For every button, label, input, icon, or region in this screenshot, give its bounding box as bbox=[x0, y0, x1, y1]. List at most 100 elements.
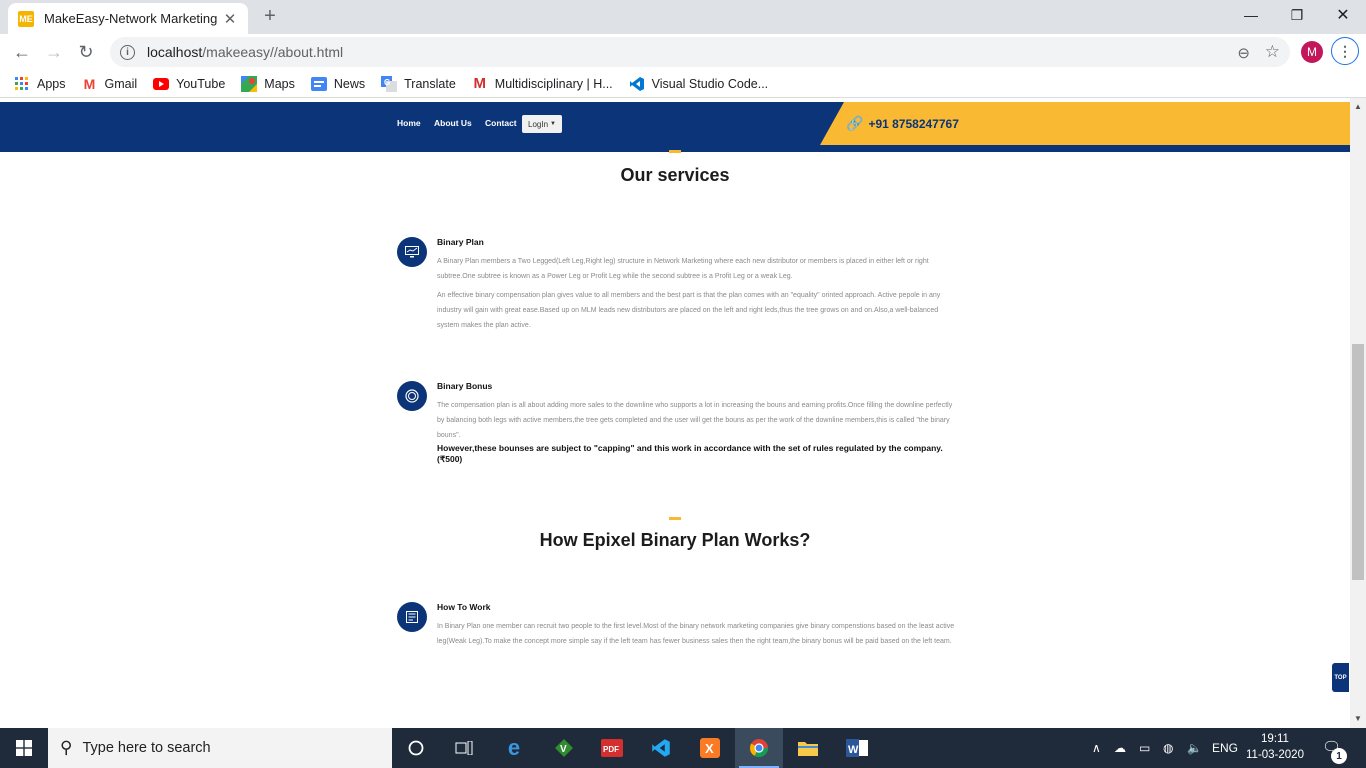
services-title: Our services bbox=[620, 165, 730, 185]
bookmark-label: News bbox=[333, 76, 366, 91]
start-button[interactable] bbox=[0, 728, 48, 768]
clock-date: 11-03-2020 bbox=[1246, 749, 1304, 761]
login-dropdown-button[interactable]: LogIn ▼ bbox=[522, 115, 562, 133]
new-tab-button[interactable]: + bbox=[258, 5, 282, 29]
section-accent-bar bbox=[669, 517, 681, 520]
forward-button[interactable]: → bbox=[40, 38, 68, 66]
page-scrollbar[interactable]: ▲ ▼ bbox=[1350, 98, 1366, 728]
bookmark-label: Maps bbox=[264, 76, 295, 91]
service-paragraph: The compensation plan is all about addin… bbox=[437, 402, 953, 439]
scroll-up-arrow-icon[interactable]: ▲ bbox=[1354, 102, 1362, 111]
bookmark-gmail[interactable]: M Gmail bbox=[82, 76, 138, 92]
bookmark-label: Multidisciplinary | H... bbox=[494, 76, 613, 91]
svg-text:V: V bbox=[560, 744, 567, 755]
phone-number[interactable]: +91 8758247767 bbox=[868, 117, 958, 131]
profile-avatar[interactable]: M bbox=[1301, 41, 1323, 63]
nav-contact-link[interactable]: Contact bbox=[485, 118, 517, 128]
service-paragraph: A Binary Plan members a Two Legged(Left … bbox=[437, 258, 929, 280]
coin-icon bbox=[397, 381, 427, 411]
bookmark-label: Translate bbox=[404, 76, 456, 91]
search-placeholder: Type here to search bbox=[82, 740, 211, 756]
nav-about-link[interactable]: About Us bbox=[434, 118, 472, 128]
page-viewport: Home About Us Contact LogIn ▼ 🔗 +91 8758… bbox=[0, 98, 1350, 728]
cortana-icon[interactable] bbox=[392, 728, 440, 768]
bookmark-youtube[interactable]: YouTube bbox=[153, 76, 225, 92]
bookmark-maps[interactable]: Maps bbox=[241, 75, 295, 92]
reload-button[interactable]: ↻ bbox=[72, 38, 100, 66]
windows-logo-icon bbox=[16, 740, 32, 756]
maps-icon bbox=[241, 75, 258, 92]
service-title: Binary Bonus bbox=[437, 381, 493, 391]
nav-home-link[interactable]: Home bbox=[397, 118, 421, 128]
bookmark-label: Visual Studio Code... bbox=[651, 76, 769, 91]
service-paragraph: In Binary Plan one member can recruit tw… bbox=[437, 623, 955, 645]
browser-toolbar: ← → ↻ i localhost/makeeasy//about.html ⊖… bbox=[0, 34, 1366, 70]
service-title: Binary Plan bbox=[437, 237, 484, 247]
volume-icon[interactable]: 🔈 bbox=[1187, 728, 1202, 768]
zoom-icon[interactable]: ⊖ bbox=[1237, 44, 1250, 62]
caret-down-icon: ▼ bbox=[550, 121, 556, 127]
scroll-top-button[interactable]: TOP bbox=[1332, 663, 1349, 692]
window-close-button[interactable]: ✕ bbox=[1320, 0, 1366, 30]
bookmark-label: YouTube bbox=[176, 76, 226, 91]
vscode-taskbar-icon[interactable] bbox=[637, 728, 685, 768]
svg-text:W: W bbox=[848, 744, 859, 756]
tab-title: MakeEasy-Network Marketing bbox=[44, 11, 218, 26]
site-favicon-icon: ME bbox=[18, 10, 34, 27]
link-phone-icon: 🔗 bbox=[846, 115, 864, 131]
address-bar[interactable]: i localhost/makeeasy//about.html ⊖ ☆ bbox=[110, 37, 1290, 67]
monitor-chart-icon bbox=[397, 237, 427, 267]
bookmark-translate[interactable]: G Translate bbox=[381, 75, 456, 92]
restore-button[interactable]: ❐ bbox=[1274, 0, 1320, 30]
chrome-taskbar-icon[interactable] bbox=[735, 728, 783, 768]
task-view-icon[interactable] bbox=[440, 728, 488, 768]
bookmarks-bar: Apps M Gmail YouTube Maps News G Transla… bbox=[0, 70, 1366, 98]
scroll-thumb[interactable] bbox=[1352, 344, 1364, 580]
battery-icon[interactable]: ▭ bbox=[1139, 728, 1150, 768]
bookmark-label: Apps bbox=[37, 76, 66, 91]
section-accent-bar bbox=[669, 150, 681, 153]
service-title: How To Work bbox=[437, 602, 491, 612]
bookmark-vscode[interactable]: Visual Studio Code... bbox=[629, 76, 769, 92]
back-button[interactable]: ← bbox=[8, 38, 36, 66]
browser-tab[interactable]: ME MakeEasy-Network Marketing ✕ bbox=[8, 3, 248, 34]
word-icon[interactable]: W bbox=[833, 728, 881, 768]
site-navbar: Home About Us Contact LogIn ▼ 🔗 +91 8758… bbox=[0, 102, 1350, 152]
pdf-icon[interactable]: PDF bbox=[588, 728, 636, 768]
windows-taskbar: ⚲ Type here to search e V PDF X W ∧ ☁ ▭ … bbox=[0, 728, 1366, 768]
news-icon bbox=[310, 76, 327, 92]
apps-grid-icon bbox=[14, 76, 30, 92]
login-label: LogIn bbox=[528, 119, 549, 129]
search-icon: ⚲ bbox=[60, 738, 73, 757]
edge-icon[interactable]: e bbox=[490, 728, 538, 768]
bookmark-apps[interactable]: Apps bbox=[14, 76, 66, 92]
close-icon[interactable]: ✕ bbox=[222, 10, 238, 28]
show-hidden-icons[interactable]: ∧ bbox=[1092, 728, 1101, 768]
vim-icon[interactable]: V bbox=[540, 728, 588, 768]
m-logo-icon: M bbox=[473, 75, 487, 92]
file-explorer-icon[interactable] bbox=[784, 728, 832, 768]
system-clock[interactable]: 19:11 11-03-2020 bbox=[1240, 731, 1310, 763]
scroll-down-arrow-icon[interactable]: ▼ bbox=[1354, 714, 1362, 723]
xampp-icon[interactable]: X bbox=[686, 728, 734, 768]
minimize-button[interactable]: — bbox=[1228, 0, 1274, 30]
svg-text:X: X bbox=[705, 741, 714, 756]
network-people-icon[interactable]: ☁ bbox=[1114, 728, 1126, 768]
svg-text:G: G bbox=[384, 78, 390, 87]
youtube-icon bbox=[153, 76, 170, 92]
document-icon bbox=[397, 602, 427, 632]
browser-menu-button[interactable]: ⋮ bbox=[1331, 37, 1359, 65]
bookmark-news[interactable]: News bbox=[310, 76, 366, 92]
globe-network-icon[interactable]: ◍ bbox=[1163, 728, 1173, 768]
language-indicator[interactable]: ENG bbox=[1212, 728, 1238, 768]
url-text[interactable]: localhost/makeeasy//about.html bbox=[147, 44, 343, 60]
info-icon[interactable]: i bbox=[120, 44, 135, 60]
service-emphasis: However,these bounses are subject to "ca… bbox=[437, 443, 943, 464]
gmail-icon: M bbox=[83, 75, 96, 92]
bookmark-star-icon[interactable]: ☆ bbox=[1265, 42, 1280, 62]
bookmark-multidisciplinary[interactable]: M Multidisciplinary | H... bbox=[472, 75, 613, 92]
service-paragraph: An effective binary compensation plan gi… bbox=[437, 292, 941, 329]
notification-count-badge: 1 bbox=[1331, 748, 1347, 764]
tab-strip: ME MakeEasy-Network Marketing ✕ + — ❐ ✕ bbox=[0, 0, 1366, 34]
taskbar-search[interactable]: ⚲ Type here to search bbox=[48, 728, 392, 768]
